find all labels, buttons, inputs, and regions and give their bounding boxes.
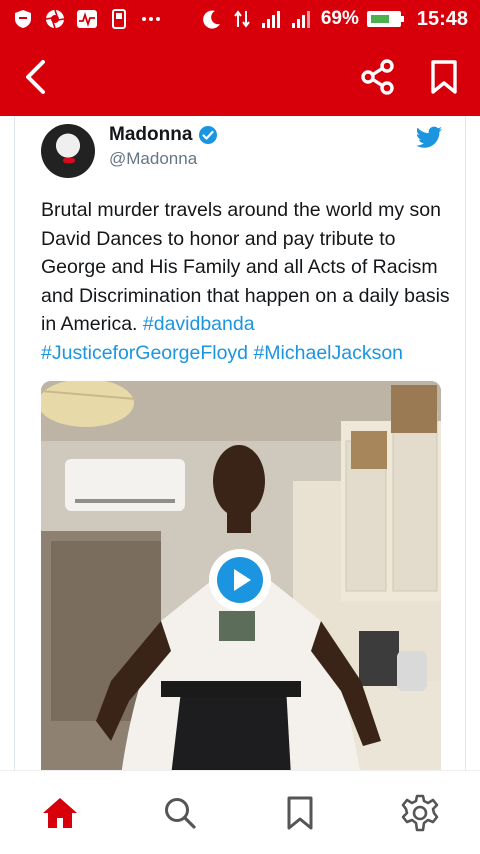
clock: 15:48 — [416, 7, 468, 30]
nav-home[interactable] — [30, 783, 90, 843]
app-bar — [0, 38, 480, 116]
verified-badge-icon — [199, 126, 218, 144]
status-right-icons: 69% 15:48 — [201, 8, 468, 31]
nav-search[interactable] — [150, 783, 210, 843]
aperture-icon — [44, 8, 66, 30]
phone-icon — [108, 8, 130, 30]
hashtag-link[interactable]: #JusticeforGeorgeFloyd — [41, 342, 248, 364]
bookmark-button[interactable] — [424, 57, 464, 97]
display-name[interactable]: Madonna — [109, 124, 192, 146]
search-icon — [165, 797, 196, 829]
battery-icon — [366, 11, 404, 27]
signal-icon — [261, 8, 283, 30]
status-bar: 69% 15:48 — [0, 0, 480, 38]
signal-icon — [291, 8, 313, 30]
bottom-nav — [0, 770, 480, 854]
chevron-left-icon — [26, 60, 45, 94]
moon-icon — [201, 8, 223, 30]
battery-percent: 69% — [320, 8, 359, 29]
play-button[interactable] — [209, 549, 271, 611]
share-icon — [361, 59, 394, 95]
share-button[interactable] — [358, 57, 398, 97]
user-handle[interactable]: @Madonna — [109, 149, 218, 169]
settings-icon — [401, 794, 439, 831]
status-left-icons — [12, 8, 162, 30]
shield-icon — [12, 8, 34, 30]
nav-settings[interactable] — [390, 783, 450, 843]
bookmark-icon — [431, 60, 457, 94]
data-arrows-icon — [231, 8, 253, 30]
more-dots-icon — [140, 8, 162, 30]
back-button[interactable] — [16, 57, 56, 97]
home-icon — [43, 797, 77, 828]
hashtag-link[interactable]: #MichaelJackson — [253, 342, 403, 364]
avatar[interactable] — [41, 124, 95, 178]
tweet-text: Brutal murder travels around the world m… — [41, 196, 453, 367]
activity-icon — [76, 8, 98, 30]
hashtag-link[interactable]: #davidbanda — [143, 313, 255, 335]
twitter-bird-icon[interactable] — [417, 126, 443, 148]
nav-bookmarks[interactable] — [270, 783, 330, 843]
author-info: Madonna @Madonna — [109, 124, 218, 169]
play-icon — [217, 557, 263, 603]
tweet-card[interactable]: Madonna @Madonna Brutal murder travels a… — [14, 116, 466, 776]
tweet-header: Madonna @Madonna — [41, 124, 443, 182]
bookmark-icon — [287, 796, 313, 829]
video-thumbnail[interactable] — [41, 381, 441, 776]
